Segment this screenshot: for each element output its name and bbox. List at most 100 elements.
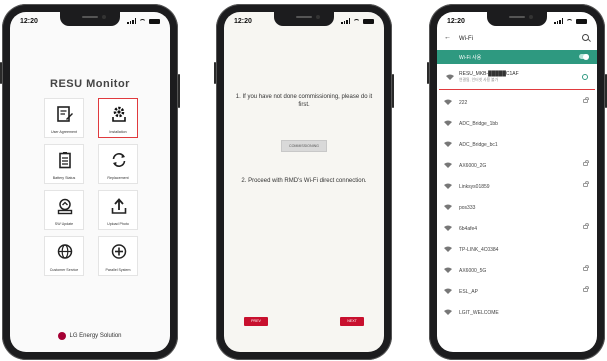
tile-parallel-system[interactable]: Parallel System: [98, 236, 138, 276]
lock-icon: [583, 223, 589, 229]
commissioning-button[interactable]: COMMISSIONING: [281, 140, 327, 152]
system-icons: [341, 18, 374, 24]
network-name: TP-LINK_4C0384: [459, 247, 499, 253]
lock-icon: [583, 160, 589, 166]
network-name: AX6000_2G: [459, 163, 487, 169]
commissioning-screen: 12:20 1. If you have not done commission…: [224, 12, 384, 352]
wifi-network-row[interactable]: LGIT_WELCOME: [437, 302, 597, 323]
refresh-icon: [112, 153, 126, 167]
tile-label: Upload Photo: [107, 222, 129, 226]
tile-label: Installation: [109, 130, 127, 134]
system-icons: [554, 18, 587, 24]
phone-frame-1: 12:20 RESU Monitor User Agreement Instal…: [0, 4, 180, 360]
network-name: ESL_AP: [459, 289, 478, 295]
battery-icon: [363, 18, 374, 24]
battery-icon: [149, 18, 160, 24]
signal-icon: [341, 18, 350, 24]
tile-installation[interactable]: Installation: [98, 98, 138, 138]
wifi-signal-icon: [444, 183, 452, 189]
wifi-signal-icon: [444, 309, 452, 315]
wifi-network-row[interactable]: pos333: [437, 197, 597, 218]
wifi-network-row[interactable]: 222: [437, 92, 597, 113]
wifi-network-row[interactable]: ADC_Bridge_1bb: [437, 113, 597, 134]
search-icon[interactable]: [582, 34, 589, 41]
menu-grid: User Agreement Installation Battery Stat…: [44, 98, 140, 276]
wifi-signal-icon: [444, 288, 452, 294]
app-title: RESU Monitor: [50, 78, 130, 90]
wifi-toggle-switch[interactable]: [579, 53, 589, 60]
upload-icon: [111, 198, 127, 214]
wifi-signal-icon: [444, 246, 452, 252]
signal-icon: [554, 18, 563, 24]
battery-list-icon: [59, 152, 71, 169]
wifi-status-icon: [566, 18, 573, 24]
wifi-status-icon: [353, 18, 360, 24]
tile-label: User Agreement: [51, 130, 77, 134]
network-name: 222: [459, 100, 468, 106]
home-screen: 12:20 RESU Monitor User Agreement Instal…: [10, 12, 170, 352]
network-name: pos333: [459, 205, 476, 211]
wifi-toggle-row[interactable]: Wi-Fi 사용: [437, 50, 597, 64]
settings-gear-icon[interactable]: [582, 74, 588, 80]
network-name: LGIT_WELCOME: [459, 310, 499, 316]
tile-label: Battery Status: [52, 176, 76, 180]
back-arrow-icon[interactable]: ←: [444, 34, 451, 41]
network-list: 222 ADC_Bridge_1bb ADC_Bridge_bc1 AX6000_2G…: [437, 92, 597, 323]
wifi-network-row[interactable]: ESL_AP: [437, 281, 597, 302]
network-name: 6b4afe4: [459, 226, 478, 232]
network-name: ADC_Bridge_1bb: [459, 121, 498, 127]
tile-customer-service[interactable]: Customer Service: [44, 236, 84, 276]
network-name: Linksys01859: [459, 184, 490, 190]
update-icon: [57, 198, 73, 215]
wifi-network-row[interactable]: TP-LINK_4C0384: [437, 239, 597, 260]
gear-install-icon: [112, 106, 126, 122]
globe-icon: [57, 244, 73, 259]
wifi-network-row[interactable]: ADC_Bridge_bc1: [437, 134, 597, 155]
wifi-toggle-label: Wi-Fi 사용: [459, 55, 482, 61]
tile-label: SW Update: [54, 222, 74, 226]
lock-icon: [583, 286, 589, 292]
wifi-signal-icon: [444, 141, 452, 147]
document-pen-icon: [57, 106, 73, 122]
wifi-screen: 12:20 ← Wi-Fi Wi-Fi 사용 RESU_MKB-█████C1A…: [437, 12, 597, 352]
tile-replacement[interactable]: Replacement: [98, 144, 138, 184]
wifi-network-row[interactable]: AX6000_2G: [437, 155, 597, 176]
phone-frame-3: 12:20 ← Wi-Fi Wi-Fi 사용 RESU_MKB-█████C1A…: [427, 4, 607, 360]
notch: [487, 12, 547, 26]
tile-label: Replacement: [107, 176, 129, 180]
footer-text: LG Energy Solution: [69, 333, 122, 339]
tile-upload-photo[interactable]: Upload Photo: [98, 190, 138, 230]
network-status: 연결됨, 인터넷 사용 불가: [459, 78, 499, 82]
network-name: ADC_Bridge_bc1: [459, 142, 498, 148]
tile-battery-status[interactable]: Battery Status: [44, 144, 84, 184]
wifi-signal-icon: [444, 120, 452, 126]
status-time: 12:20: [20, 18, 38, 25]
tile-user-agreement[interactable]: User Agreement: [44, 98, 84, 138]
notch: [274, 12, 334, 26]
status-time: 12:20: [447, 18, 465, 25]
lg-logo-icon: [58, 332, 67, 340]
wifi-network-row[interactable]: Linksys01859: [437, 176, 597, 197]
wifi-signal-icon: [444, 162, 452, 168]
wifi-signal-icon: [446, 74, 454, 80]
wifi-network-row[interactable]: AX6000_5G: [437, 260, 597, 281]
wifi-signal-icon: [444, 204, 452, 210]
status-time: 12:20: [234, 18, 252, 25]
wifi-network-row[interactable]: 6b4afe4: [437, 218, 597, 239]
signal-icon: [127, 18, 136, 24]
company-footer: LG Energy Solution: [10, 332, 170, 340]
plus-circle-icon: [111, 244, 127, 259]
lock-icon: [583, 265, 589, 271]
tile-sw-update[interactable]: SW Update: [44, 190, 84, 230]
instruction-step-1: 1. If you have not done commissioning, p…: [235, 94, 373, 108]
wifi-signal-icon: [444, 267, 452, 273]
prev-button[interactable]: PREV: [244, 317, 268, 326]
network-name: AX6000_5G: [459, 268, 487, 274]
next-button[interactable]: NEXT: [340, 317, 364, 326]
tile-label: Customer Service: [49, 268, 79, 272]
system-icons: [127, 18, 160, 24]
instruction-step-2: 2. Proceed with RMD's Wi-Fi direct conne…: [241, 178, 367, 184]
phone-frame-2: 12:20 1. If you have not done commission…: [214, 4, 394, 360]
lock-icon: [583, 97, 589, 103]
connected-network[interactable]: RESU_MKB-█████C1AF 연결됨, 인터넷 사용 불가: [439, 66, 595, 90]
